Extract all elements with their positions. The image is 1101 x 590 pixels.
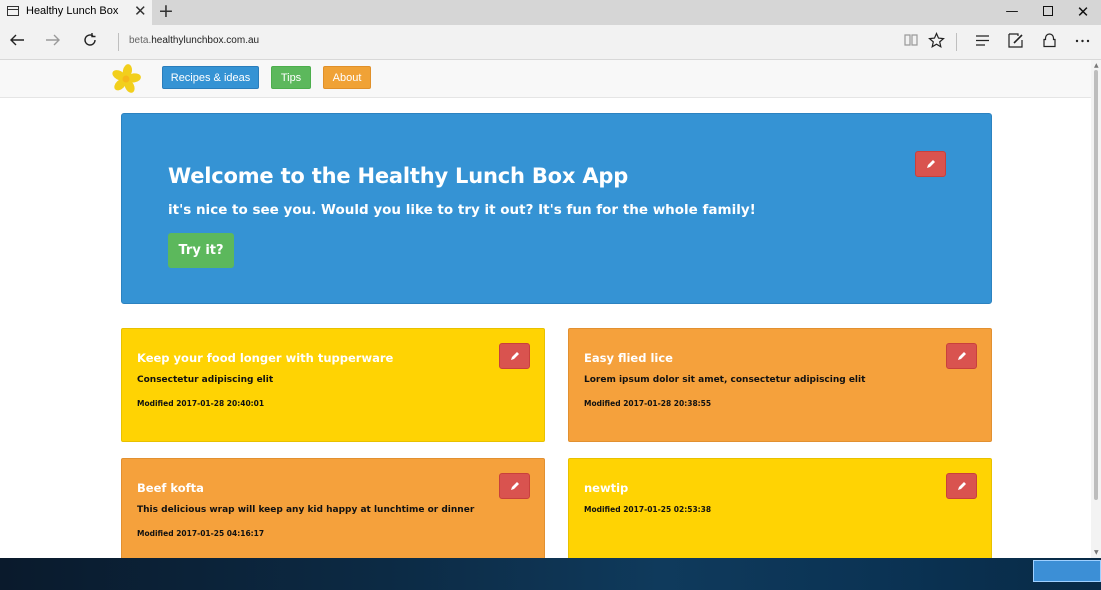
- modified-date: 2017-01-28 20:40:01: [176, 399, 265, 408]
- card-modified: Modified 2017-01-25 02:53:38: [584, 505, 711, 514]
- new-tab-button[interactable]: +: [158, 1, 174, 21]
- star-icon: [927, 31, 945, 49]
- more-button[interactable]: [1073, 32, 1091, 50]
- flower-logo-icon[interactable]: [110, 63, 142, 95]
- windows-taskbar: [0, 558, 1101, 590]
- card-description: Consectetur adipiscing elit: [137, 375, 274, 385]
- pencil-icon: [511, 482, 519, 490]
- nav-about-button[interactable]: About: [323, 66, 371, 89]
- page-viewport: Recipes & ideas Tips About Welcome to th…: [0, 60, 1091, 558]
- favorite-button[interactable]: [927, 31, 945, 50]
- toolbar-separator: [956, 33, 957, 51]
- modified-date: 2017-01-28 20:38:55: [623, 399, 712, 408]
- site-navbar: Recipes & ideas Tips About: [0, 60, 1091, 98]
- close-window-button[interactable]: ✕: [1075, 4, 1091, 20]
- book-icon: [904, 34, 918, 46]
- pencil-icon: [511, 352, 519, 360]
- pen-icon: [1007, 33, 1023, 48]
- tip-card[interactable]: Beef kofta This delicious wrap will keep…: [121, 458, 545, 558]
- tip-card[interactable]: newtip Modified 2017-01-25 02:53:38: [568, 458, 992, 558]
- refresh-icon: [84, 33, 96, 46]
- scroll-up-arrow-icon[interactable]: ▲: [1094, 62, 1099, 69]
- hub-icon: [975, 35, 989, 46]
- ellipsis-icon: [1075, 39, 1089, 43]
- card-title: newtip: [584, 481, 629, 495]
- card-modified: Modified 2017-01-25 04:16:17: [137, 529, 264, 538]
- card-title: Beef kofta: [137, 481, 204, 495]
- tip-card[interactable]: Easy flied lice Lorem ipsum dolor sit am…: [568, 328, 992, 442]
- hub-button[interactable]: [973, 32, 991, 50]
- modified-label: Modified: [584, 505, 621, 514]
- edit-button[interactable]: [499, 343, 530, 369]
- nav-tips-button[interactable]: Tips: [271, 66, 311, 89]
- welcome-title: Welcome to the Healthy Lunch Box App: [168, 164, 629, 188]
- minimize-button[interactable]: —: [1004, 4, 1020, 20]
- pencil-icon: [958, 352, 966, 360]
- card-modified: Modified 2017-01-28 20:40:01: [137, 399, 264, 408]
- modified-label: Modified: [137, 399, 174, 408]
- card-description: Lorem ipsum dolor sit amet, consectetur …: [584, 375, 866, 385]
- scroll-down-arrow-icon[interactable]: ▼: [1094, 549, 1099, 556]
- back-button[interactable]: [7, 31, 27, 51]
- edit-button[interactable]: [915, 151, 946, 177]
- tip-card[interactable]: Keep your food longer with tupperware Co…: [121, 328, 545, 442]
- card-title: Easy flied lice: [584, 351, 673, 365]
- tab-page-icon: [7, 6, 19, 16]
- browser-tab[interactable]: Healthy Lunch Box ✕: [0, 0, 152, 25]
- restore-button[interactable]: [1040, 4, 1056, 20]
- arrow-right-icon: [46, 34, 60, 46]
- arrow-left-icon: [10, 34, 24, 46]
- url-domain: healthylunchbox.com.au: [151, 35, 260, 46]
- share-button[interactable]: [1040, 32, 1058, 50]
- nav-recipes-button[interactable]: Recipes & ideas: [162, 66, 259, 89]
- tab-close-button[interactable]: ✕: [134, 3, 147, 19]
- web-note-button[interactable]: [1006, 32, 1024, 50]
- url-field[interactable]: beta.healthylunchbox.com.au: [129, 35, 259, 46]
- welcome-subtitle: it's nice to see you. Would you like to …: [168, 202, 756, 218]
- address-separator: [118, 33, 119, 51]
- pencil-icon: [927, 160, 935, 168]
- scroll-thumb[interactable]: [1094, 70, 1098, 500]
- refresh-button[interactable]: [80, 31, 100, 51]
- modified-date: 2017-01-25 02:53:38: [623, 505, 712, 514]
- share-icon: [1042, 33, 1056, 48]
- card-title: Keep your food longer with tupperware: [137, 351, 394, 365]
- modified-date: 2017-01-25 04:16:17: [176, 529, 265, 538]
- edit-button[interactable]: [946, 473, 977, 499]
- forward-button[interactable]: [43, 31, 63, 51]
- modified-label: Modified: [137, 529, 174, 538]
- browser-tab-bar: Healthy Lunch Box ✕ + — ✕: [0, 0, 1101, 25]
- tab-title: Healthy Lunch Box: [26, 5, 119, 17]
- try-it-button[interactable]: Try it?: [168, 233, 234, 268]
- modified-label: Modified: [584, 399, 621, 408]
- card-description: This delicious wrap will keep any kid ha…: [137, 505, 475, 515]
- pencil-icon: [958, 482, 966, 490]
- welcome-panel: Welcome to the Healthy Lunch Box App it'…: [121, 113, 992, 304]
- browser-address-bar: beta.healthylunchbox.com.au: [0, 25, 1101, 60]
- reading-view-button[interactable]: [902, 32, 920, 50]
- taskbar-window-thumbnail[interactable]: [1033, 560, 1101, 582]
- edit-button[interactable]: [499, 473, 530, 499]
- edit-button[interactable]: [946, 343, 977, 369]
- card-modified: Modified 2017-01-28 20:38:55: [584, 399, 711, 408]
- url-prefix: beta.: [129, 35, 152, 46]
